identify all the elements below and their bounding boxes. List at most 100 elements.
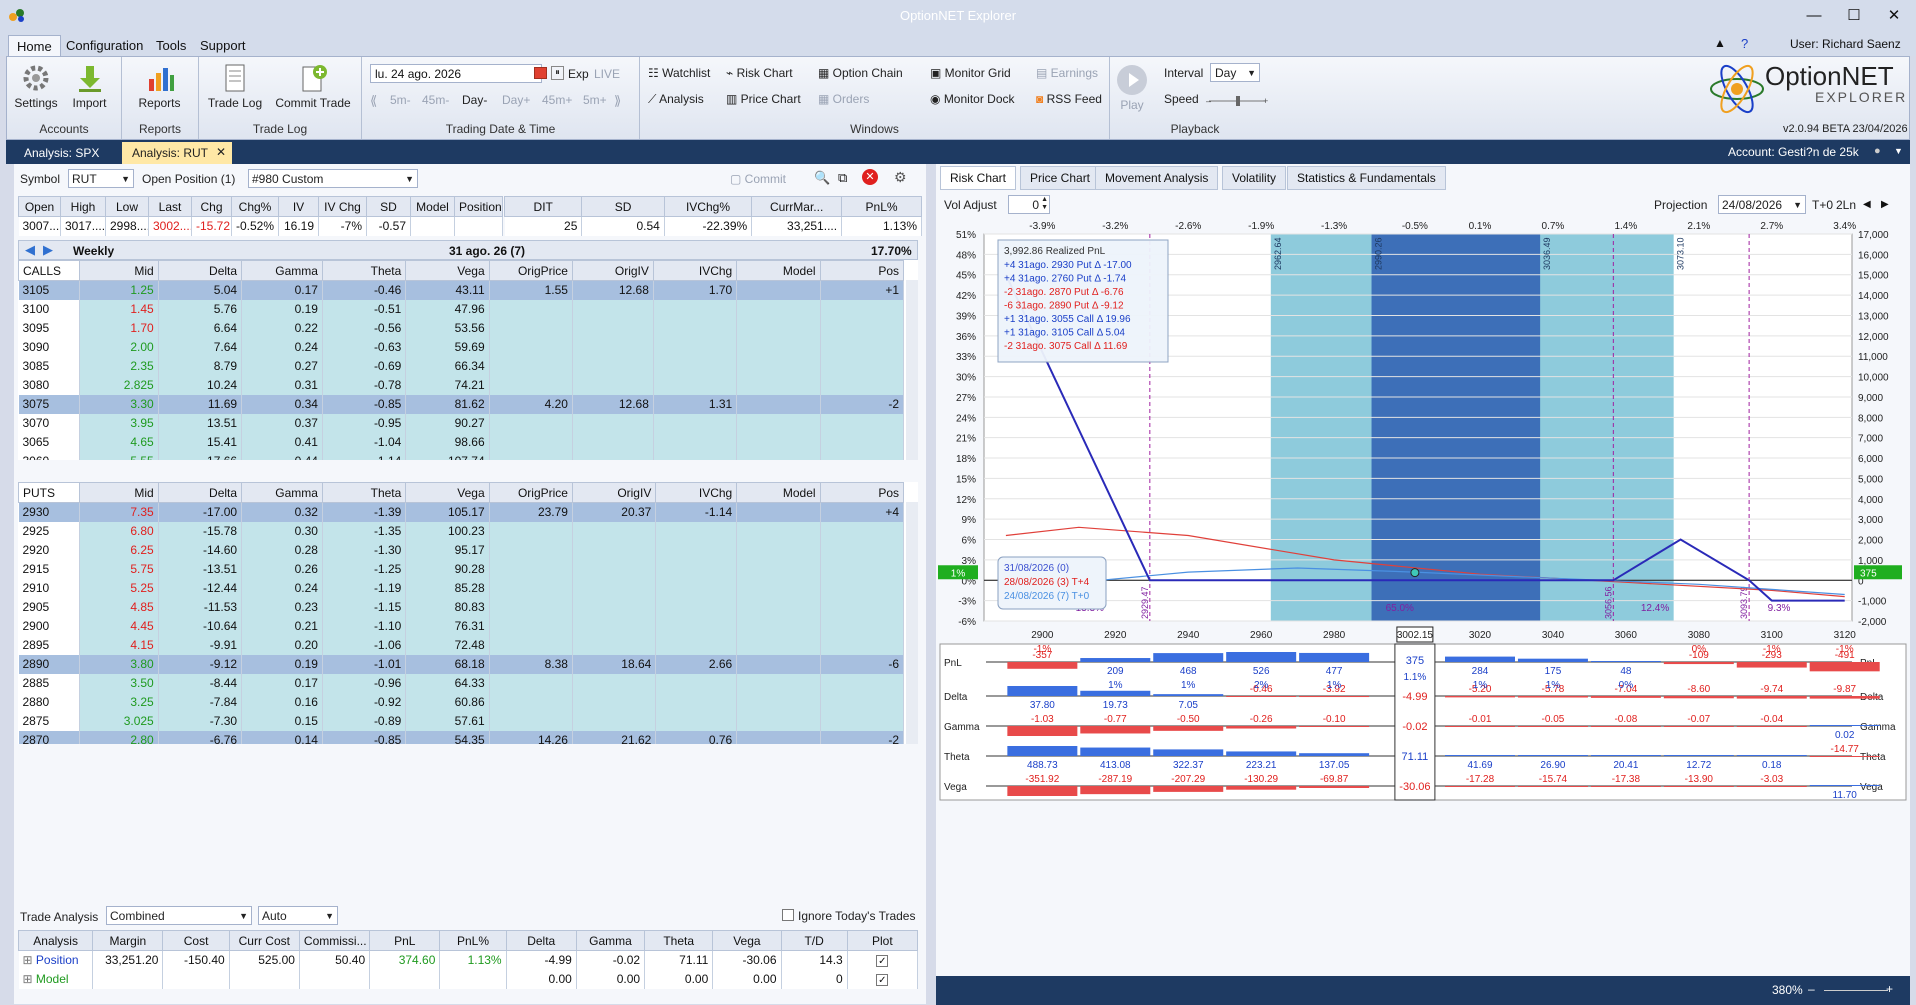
step-5m-back[interactable]: 5m- [390, 93, 411, 107]
put-row[interactable]: 2910 5.25 -12.44 0.24 -1.19 85.28 [18, 578, 905, 598]
call-row[interactable]: 30605.5517.660.44-1.14107.74 [18, 451, 905, 460]
put-row[interactable]: 2930 7.35 -17.00 0.32 -1.39 105.17 23.79 20.37-… [18, 502, 905, 522]
earnings-button[interactable]: ▤ Earnings [1036, 66, 1098, 80]
call-row[interactable]: 3100 1.45 5.76 0.19 -0.51 47.96 [18, 299, 905, 319]
zoom-in-icon[interactable]: + [1886, 982, 1893, 996]
risk-chart[interactable]: 51% 48% 45% 42% 39% 36% 33% 30% 27% 24% 21% 18% 15% 1… [936, 214, 1910, 644]
next-date-icon[interactable]: ▶ [1881, 199, 1889, 210]
settings-button[interactable]: Settings [11, 63, 61, 110]
ta-model-row[interactable]: ⊞ Model 0.00 0.00 0.00 0.00 0 ✓ [18, 969, 919, 989]
exp-button[interactable]: Exp [568, 67, 589, 81]
put-row[interactable]: 2870 2.80 -6.76 0.14 -0.85 54.35 14.26 21.62 0.7… [18, 730, 905, 744]
vol-adjust-input[interactable]: 0 ▲ ▼ [1008, 195, 1050, 214]
tab-risk-chart[interactable]: Risk Chart [940, 166, 1017, 190]
put-row[interactable]: 2890 3.80 -9.12 0.19 -1.01 68.18 8.38 18.64 2.66… [18, 654, 905, 674]
monitor-dock-button[interactable]: ◉ Monitor Dock [930, 92, 1015, 106]
close-tab-icon[interactable]: ✕ [216, 145, 226, 159]
call-row[interactable]: 3080 2.825 10.24 0.31 -0.78 74.21 [18, 375, 905, 395]
put-row[interactable]: 2905 4.85 -11.53 0.23 -1.15 80.83 [18, 597, 905, 617]
tab-statistics[interactable]: Statistics & Fundamentals [1287, 166, 1446, 190]
copy-position-icon[interactable]: ⧉ [838, 170, 847, 186]
trade-log-button[interactable]: Trade Log [205, 63, 265, 110]
tab-movement-analysis[interactable]: Movement Analysis [1095, 166, 1219, 190]
projection-date-select[interactable]: 24/08/2026 ▼ [1718, 195, 1806, 214]
commit-button[interactable]: ▢ Commit [730, 172, 786, 186]
maximize-icon[interactable]: ☐ [1834, 4, 1874, 28]
call-row[interactable]: 3085 2.35 8.79 0.27 -0.69 66.34 [18, 356, 905, 376]
put-row[interactable]: 2885 3.50 -8.44 0.17 -0.96 64.33 [18, 673, 905, 693]
ta-position-row[interactable]: ⊞ Position 33,251.20 -150.40 525.00 50.40 374… [18, 950, 919, 970]
call-row[interactable]: 3075 3.30 11.69 0.34 -0.85 81.62 4.20 12.68 1.31… [18, 394, 905, 414]
gear-icon[interactable]: ⚙ [894, 169, 907, 186]
step-day-back[interactable]: Day- [462, 93, 487, 107]
price-chart-button[interactable]: ▥ Price Chart [726, 92, 801, 106]
zoom-search-icon[interactable]: 🔍 [814, 170, 830, 186]
menu-support[interactable]: Support [192, 35, 254, 56]
prev-expiry-icon[interactable]: ◀ [25, 242, 35, 258]
ribbon-collapse-icon[interactable]: ▲ [1714, 36, 1726, 50]
step-5m-fwd[interactable]: 5m+ [583, 93, 607, 107]
step-45m-back[interactable]: 45m- [422, 93, 449, 107]
lock-toggle-icon[interactable]: ⏸ [551, 66, 564, 80]
rss-feed-button[interactable]: ◙ RSS Feed [1036, 92, 1102, 106]
step-forward-icon[interactable]: ⟫ [614, 93, 621, 109]
monitor-grid-button[interactable]: ▣ Monitor Grid [930, 66, 1011, 80]
commit-trade-button[interactable]: Commit Trade [271, 63, 355, 110]
plot-checkbox[interactable]: ✓ [847, 950, 919, 970]
menu-tools[interactable]: Tools [148, 35, 194, 56]
next-expiry-icon[interactable]: ▶ [43, 242, 53, 258]
menu-home[interactable]: Home [8, 35, 61, 56]
date-field[interactable]: lu. 24 ago. 2026 [370, 64, 542, 83]
plot-checkbox[interactable]: ✓ [847, 969, 919, 989]
call-row[interactable]: 3065 4.65 15.41 0.41 -1.04 98.66 [18, 432, 905, 452]
call-row[interactable]: 3095 1.70 6.64 0.22 -0.56 53.56 [18, 318, 905, 338]
analysis-button[interactable]: ⟋ Analysis [648, 92, 704, 107]
step-45m-fwd[interactable]: 45m+ [542, 93, 572, 107]
position-select[interactable]: #980 Custom ▼ [248, 169, 418, 188]
put-row[interactable]: 2875 3.025 -7.30 0.15 -0.89 57.61 [18, 711, 905, 731]
minimize-icon[interactable]: — [1794, 4, 1834, 28]
speed-slider[interactable]: – + [1206, 95, 1270, 106]
step-back-icon[interactable]: ⟪ [370, 93, 377, 109]
put-row[interactable]: 2900 4.45 -10.64 0.21 -1.10 76.31 [18, 616, 905, 636]
option-chain-button[interactable]: ▦ Option Chain [818, 66, 903, 80]
symbol-select[interactable]: RUT ▼ [68, 169, 134, 188]
expand-icon[interactable]: ⊞ [23, 972, 36, 986]
zoom-slider[interactable] [1824, 990, 1888, 991]
tab-price-chart[interactable]: Price Chart [1020, 166, 1101, 190]
help-icon[interactable]: ? [1741, 36, 1748, 51]
menu-configuration[interactable]: Configuration [58, 35, 151, 56]
orders-button[interactable]: ▦ Orders [818, 92, 869, 106]
interval-select[interactable]: Day ▼ [1210, 63, 1260, 82]
analysis-mode-select[interactable]: Combined ▼ [106, 906, 252, 925]
risk-chart-button[interactable]: ⌁ Risk Chart [726, 66, 793, 80]
calendar-icon[interactable] [534, 67, 547, 79]
call-row[interactable]: 3070 3.95 13.51 0.37 -0.95 90.27 [18, 413, 905, 433]
tab-analysis-rut[interactable]: Analysis: RUT ✕ [122, 142, 233, 164]
put-row[interactable]: 2920 6.25 -14.60 0.28 -1.30 95.17 [18, 540, 905, 560]
tab-analysis-spx[interactable]: Analysis: SPX [14, 142, 109, 164]
ignore-today-checkbox[interactable] [782, 909, 794, 921]
account-dropdown-icon[interactable]: ▼ [1894, 146, 1903, 156]
watchlist-button[interactable]: ☷ Watchlist [648, 66, 710, 80]
spinner-icon[interactable]: ▲ ▼ [1041, 196, 1048, 212]
live-button[interactable]: LIVE [594, 67, 620, 81]
auto-select[interactable]: Auto ▼ [258, 906, 338, 925]
put-row[interactable]: 2880 3.25 -7.84 0.16 -0.92 60.86 [18, 692, 905, 712]
call-row[interactable]: 3090 2.00 7.64 0.24 -0.63 59.69 [18, 337, 905, 357]
expand-icon[interactable]: ⊞ [23, 953, 36, 967]
put-row[interactable]: 2895 4.15 -9.91 0.20 -1.06 72.48 [18, 635, 905, 655]
calls-scrollbar[interactable] [906, 280, 918, 460]
reports-button[interactable]: Reports [132, 63, 187, 110]
play-button[interactable]: Play [1114, 65, 1150, 112]
delete-position-icon[interactable]: ✕ [862, 169, 878, 185]
prev-date-icon[interactable]: ◀ [1863, 199, 1871, 210]
put-row[interactable]: 2915 5.75 -13.51 0.26 -1.25 90.28 [18, 559, 905, 579]
put-row[interactable]: 2925 6.80 -15.78 0.30 -1.35 100.23 [18, 521, 905, 541]
close-icon[interactable]: ✕ [1874, 4, 1914, 28]
step-day-fwd[interactable]: Day+ [502, 93, 530, 107]
tab-volatility[interactable]: Volatility [1222, 166, 1287, 190]
puts-scrollbar[interactable] [906, 502, 918, 744]
call-row[interactable]: 3105 1.25 5.04 0.17 -0.46 43.11 1.55 12.68 1.70 +… [18, 280, 905, 300]
import-button[interactable]: Import [67, 63, 112, 110]
